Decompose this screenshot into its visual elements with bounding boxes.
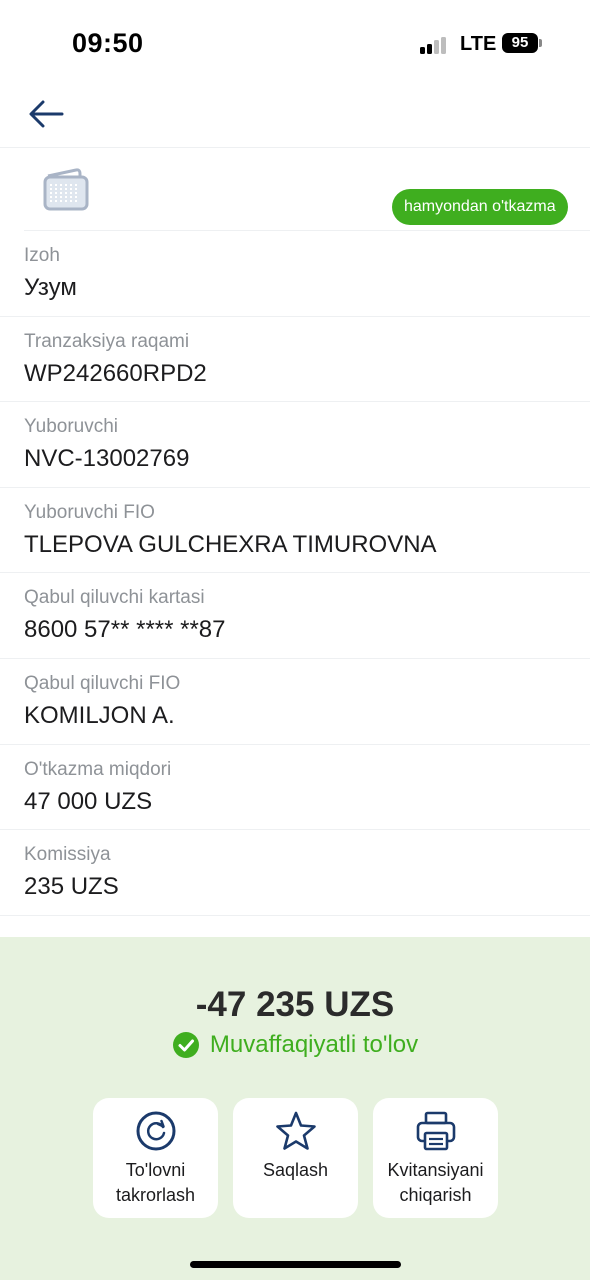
back-button[interactable] — [22, 92, 70, 136]
action-label-line: To'lovni — [125, 1160, 186, 1180]
detail-row-recipient-name: Qabul qiluvchi FIO KOMILJON A. — [0, 659, 590, 745]
summary-panel: -47 235 UZS Muvaffaqiyatli to'lov To'lov… — [0, 937, 590, 1280]
star-icon — [275, 1111, 316, 1150]
signal-icon — [420, 34, 450, 54]
repeat-icon — [136, 1111, 175, 1151]
detail-row-recipient-card: Qabul qiluvchi kartasi 8600 57** **** **… — [0, 573, 590, 659]
battery-icon: 95 — [502, 33, 538, 53]
detail-label: Yuboruvchi FIO — [24, 501, 155, 523]
detail-value: Узум — [24, 274, 77, 301]
action-label: Kvitansiyani chiqarish — [376, 1158, 496, 1208]
detail-row-amount: O'tkazma miqdori 47 000 UZS — [0, 745, 590, 831]
detail-label: O'tkazma miqdori — [24, 758, 172, 780]
detail-label: Yuboruvchi — [24, 416, 119, 438]
detail-row-sender: Yuboruvchi NVC-13002769 — [0, 402, 590, 488]
detail-label: Tranzaksiya raqami — [24, 330, 190, 352]
detail-value: 235 UZS — [24, 873, 119, 901]
transfer-type-badge: hamyondan o'tkazma — [392, 189, 568, 225]
printer-icon — [416, 1111, 455, 1151]
action-label: Saqlash — [236, 1158, 356, 1183]
network-type: LTE — [460, 33, 497, 55]
repeat-payment-button[interactable]: To'lovni takrorlash — [93, 1098, 218, 1218]
payment-status: Muvaffaqiyatli to'lov — [0, 1031, 590, 1059]
arrow-left-icon — [29, 100, 64, 128]
detail-value: 47 000 UZS — [24, 787, 153, 815]
detail-row-commission: Komissiya 235 UZS — [0, 830, 590, 916]
wallet-icon — [40, 164, 92, 216]
print-receipt-button[interactable]: Kvitansiyani chiqarish — [373, 1098, 498, 1218]
check-circle-icon — [172, 1032, 199, 1058]
transaction-details: Izoh Узум Tranzaksiya raqami WP242660RPD… — [0, 231, 590, 916]
status-bar: 09:50 LTE 95 — [0, 0, 590, 88]
action-label-line: takrorlash — [115, 1185, 196, 1205]
action-label-line: Saqlash — [262, 1160, 329, 1180]
detail-value: 8600 57** **** **87 — [24, 616, 226, 644]
action-label: To'lovni takrorlash — [96, 1158, 216, 1208]
detail-row-transaction-number: Tranzaksiya raqami WP242660RPD2 — [0, 317, 590, 403]
detail-value: KOMILJON A. — [24, 701, 175, 729]
detail-row-sender-name: Yuboruvchi FIO TLEPOVA GULCHEXRA TIMUROV… — [0, 488, 590, 574]
detail-label: Qabul qiluvchi FIO — [24, 672, 181, 694]
action-label-line: Kvitansiyani — [387, 1160, 484, 1180]
action-buttons: To'lovni takrorlash Saqlash Kvitansiyani — [93, 1098, 498, 1218]
header-divider — [0, 147, 590, 148]
status-text: Muvaffaqiyatli to'lov — [209, 1031, 419, 1058]
detail-value: TLEPOVA GULCHEXRA TIMUROVNA — [24, 530, 437, 558]
detail-value: WP242660RPD2 — [24, 359, 207, 387]
status-time: 09:50 — [72, 28, 144, 58]
save-button[interactable]: Saqlash — [233, 1098, 358, 1218]
detail-value: NVC-13002769 — [24, 445, 190, 473]
detail-label: Izoh — [24, 245, 60, 266]
battery-tip — [539, 39, 542, 47]
detail-row-comment: Izoh Узум — [0, 231, 590, 317]
detail-label: Komissiya — [24, 844, 111, 866]
detail-label: Qabul qiluvchi kartasi — [24, 587, 205, 609]
total-amount: -47 235 UZS — [195, 985, 395, 1024]
action-label-line: chiqarish — [399, 1185, 472, 1205]
home-indicator[interactable] — [190, 1261, 401, 1268]
